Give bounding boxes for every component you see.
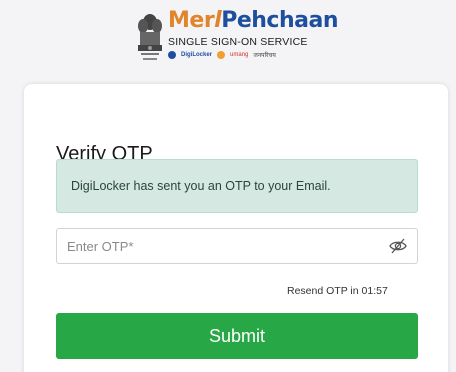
verify-otp-card: Verify OTP DigiLocker has sent you an OT… [24,84,448,372]
submit-button[interactable]: Submit [56,313,418,359]
brand-subtitle: SINGLE SIGN-ON SERVICE [168,36,308,48]
otp-sent-alert: DigiLocker has sent you an OTP to your E… [56,159,418,213]
brand-title-part1: Mer [168,8,215,33]
eye-slash-icon[interactable] [389,238,407,254]
digilocker-logo-icon [168,51,176,59]
brand-title-part2: Pehchaan [221,8,338,33]
partner-janparichay: जनपरिचय [253,53,276,59]
site-header: MerⅼPehchaan SINGLE SIGN-ON SERVICE Digi… [0,0,456,82]
partner-digilocker: DigiLocker [181,52,213,58]
resend-otp-timer: Resend OTP in 01:57 [287,285,388,297]
otp-input[interactable] [57,229,377,263]
partner-logos: DigiLocker umang जनपरिचय [168,51,276,59]
brand-title: MerⅼPehchaan [168,8,338,34]
partner-umang: umang [230,52,249,58]
umang-logo-icon [217,51,226,59]
national-emblem-icon [138,14,162,60]
otp-field [56,228,418,264]
